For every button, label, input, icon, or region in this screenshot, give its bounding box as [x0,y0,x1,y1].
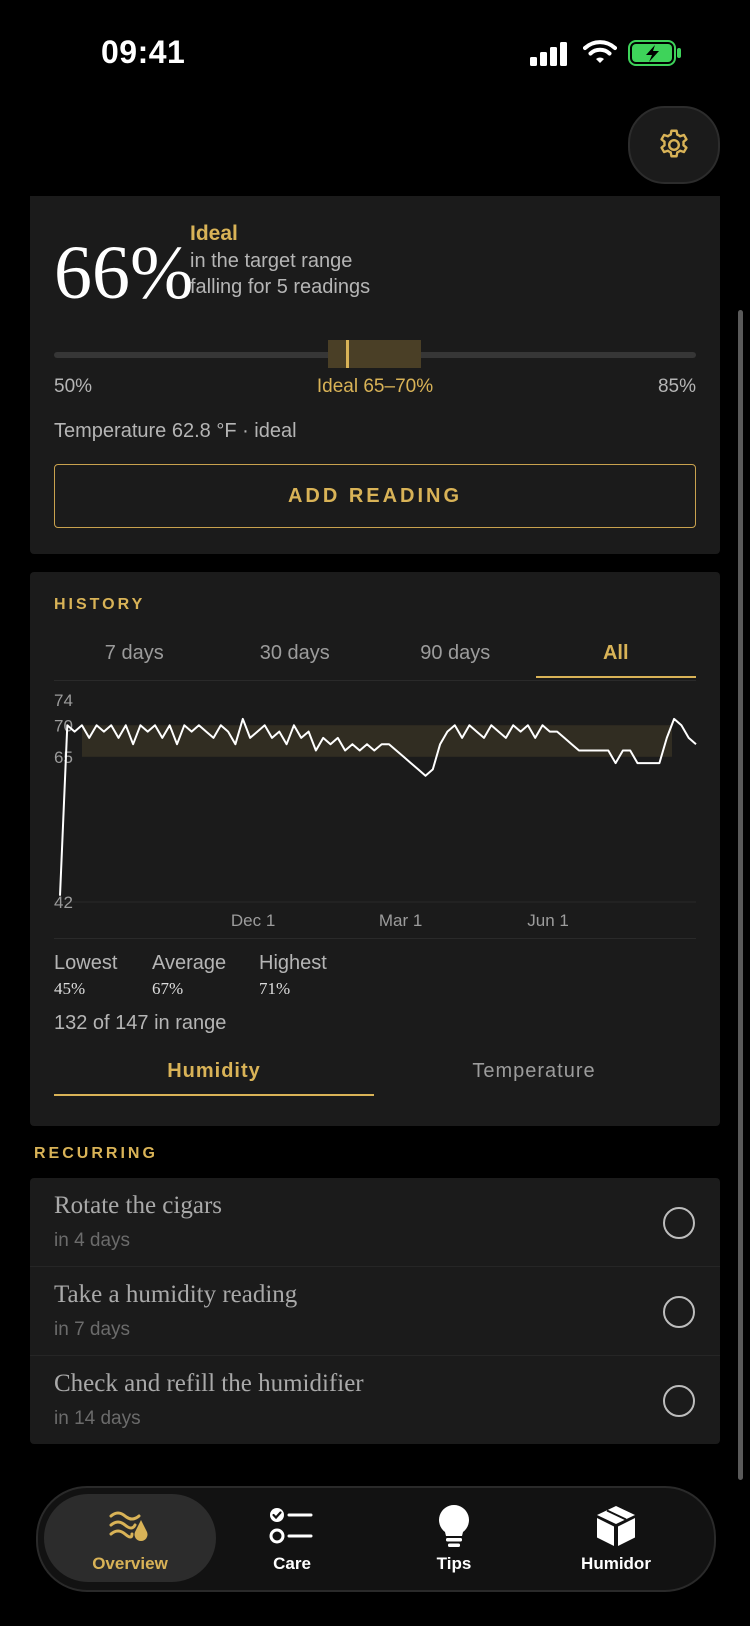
scale-ideal-label: Ideal 65–70% [316,376,434,397]
status-time: 09:41 [101,34,186,70]
tab-care[interactable]: Care [206,1494,378,1582]
task-complete-checkbox[interactable] [663,1207,695,1239]
tabs-divider [54,680,696,681]
tab-7-days[interactable]: 7 days [54,638,215,678]
y-tick-label: 74 [54,691,73,710]
scale-max-label: 85% [657,376,696,397]
task-due: in 4 days [54,1230,131,1251]
status-bar: 09:41 [0,0,750,110]
humidity-value: 66% [54,231,194,315]
current-humidity-marker [346,340,350,368]
scrollbar[interactable] [738,310,743,1480]
tab-tips[interactable]: Tips [368,1494,540,1582]
temperature-reading: Temperature 62.8 °F · ideal [54,420,297,442]
task-due: in 7 days [54,1319,131,1340]
settings-button[interactable] [628,106,720,184]
x-tick-label: Mar 1 [379,911,422,930]
tab-humidor[interactable]: Humidor [530,1494,702,1582]
tab-temperature[interactable]: Temperature [374,1056,694,1096]
y-tick-label: 65 [54,748,73,767]
lightbulb-icon [439,1505,469,1547]
checklist-icon [269,1508,313,1544]
recurring-label: RECURRING [34,1145,158,1162]
task-complete-checkbox[interactable] [663,1385,695,1417]
tab-bar: Overview Care Tips Humidor [36,1486,716,1592]
x-tick-label: Jun 1 [527,911,569,930]
stat-highest: Highest 71% [259,952,327,999]
ideal-range-band [328,340,421,368]
in-range-count: 132 of 147 in range [54,1012,227,1034]
box-icon [597,1506,635,1546]
y-tick-label: 42 [54,893,73,912]
stat-average: Average 67% [152,952,226,999]
task-complete-checkbox[interactable] [663,1296,695,1328]
stat-lowest-value: 45% [54,979,86,998]
recurring-card: Rotate the cigars in 4 days Take a humid… [30,1178,720,1444]
task-title: Rotate the cigars [54,1192,222,1219]
metric-tabs: Humidity Temperature [54,1056,696,1096]
stats-divider [54,938,696,939]
tab-all[interactable]: All [535,638,696,678]
current-reading-card: 66% Ideal in the target range falling fo… [30,196,720,554]
add-reading-button[interactable]: ADD READING [54,464,696,528]
wifi-icon [583,40,617,63]
range-tabs: 7 days 30 days 90 days All [54,638,696,678]
tab-90-days[interactable]: 90 days [375,638,536,678]
y-tick-label: 70 [54,716,73,735]
task-due: in 14 days [54,1408,141,1429]
battery-charging-icon [628,40,681,66]
tab-humidor-label: Humidor [581,1554,651,1573]
task-title: Check and refill the humidifier [54,1370,364,1397]
trend-description: falling for 5 readings [190,276,371,298]
task-item[interactable]: Rotate the cigars in 4 days [30,1178,720,1267]
stat-lowest: Lowest 45% [54,952,117,999]
tab-overview[interactable]: Overview [44,1494,216,1582]
task-title: Take a humidity reading [54,1281,298,1308]
history-card: HISTORY 7 days 30 days 90 days All 74 70 6… [30,572,720,1126]
humidity-status: Ideal [190,222,238,245]
tab-30-days[interactable]: 30 days [215,638,376,678]
cellular-signal-icon [530,42,567,66]
tab-tips-label: Tips [436,1554,472,1573]
humidity-drop-icon [109,1511,148,1541]
tab-overview-label: Overview [92,1554,168,1573]
stat-highest-label: Highest [259,952,327,974]
humidity-history-chart: 74 70 65 42 Dec 1 Mar 1 Jun 1 [54,691,697,930]
tab-care-label: Care [273,1554,311,1573]
stat-lowest-label: Lowest [54,952,118,974]
stat-average-value: 67% [152,979,184,998]
status-description: in the target range [190,250,353,272]
history-label: HISTORY [54,596,146,613]
task-item[interactable]: Take a humidity reading in 7 days [30,1267,720,1356]
x-tick-label: Dec 1 [231,911,275,930]
gear-icon [660,129,688,158]
tab-humidity[interactable]: Humidity [54,1056,374,1096]
task-item[interactable]: Check and refill the humidifier in 14 da… [30,1356,720,1444]
stat-average-label: Average [152,952,227,974]
stat-highest-value: 71% [259,979,291,998]
